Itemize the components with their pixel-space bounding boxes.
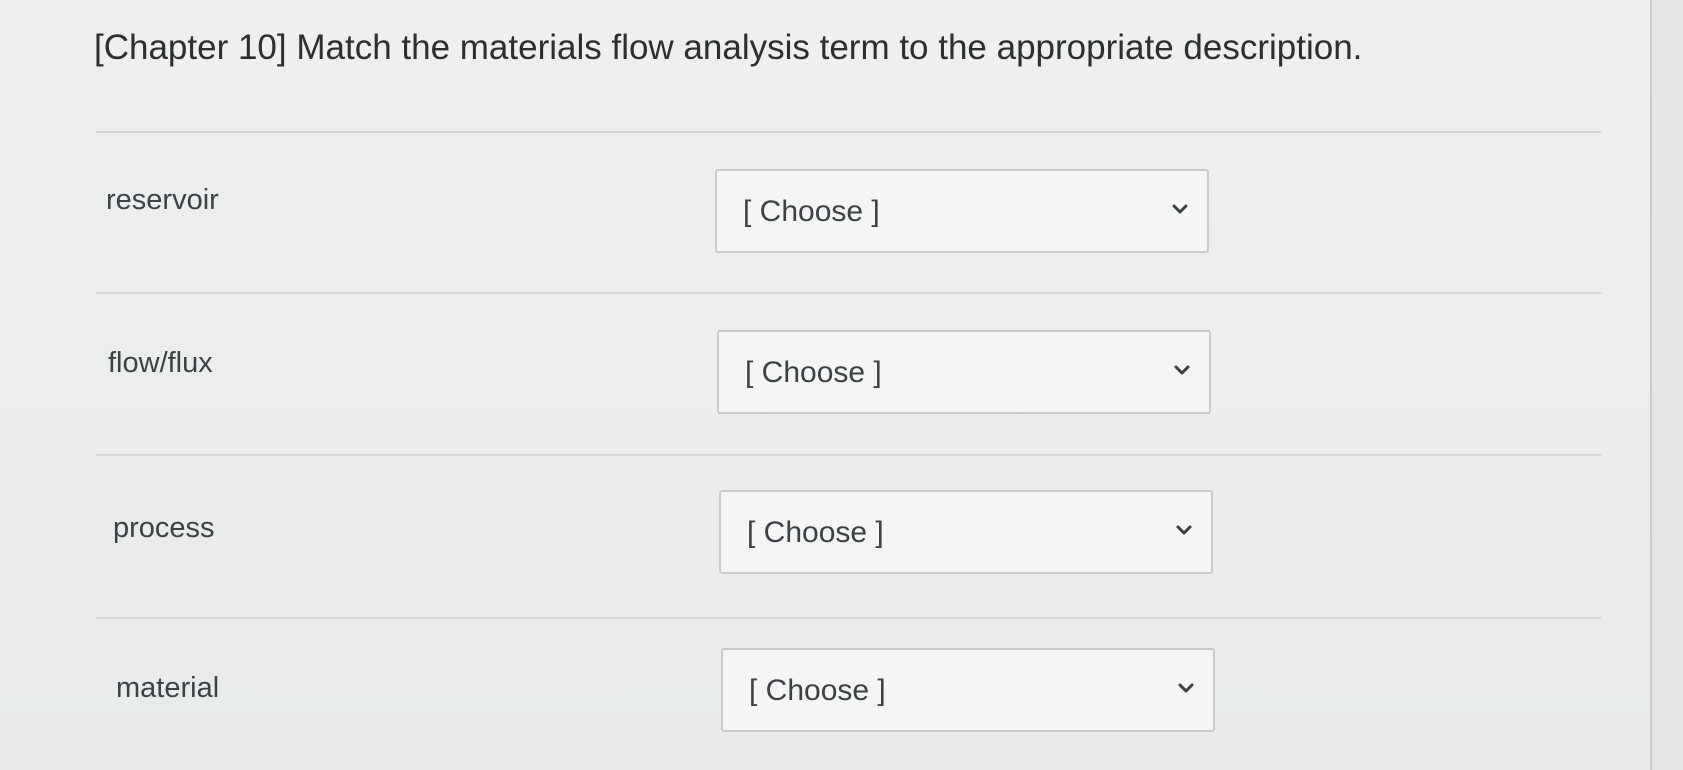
- page-margin: [1652, 0, 1683, 770]
- answer-select-material[interactable]: [ Choose ]: [721, 648, 1215, 732]
- chevron-down-icon: [1175, 524, 1193, 538]
- divider: [96, 617, 1601, 619]
- divider: [96, 131, 1601, 133]
- select-value: [ Choose ]: [745, 356, 882, 389]
- chevron-down-icon: [1171, 203, 1189, 217]
- term-process: process: [113, 512, 215, 544]
- chevron-down-icon: [1177, 682, 1195, 696]
- divider: [96, 292, 1601, 294]
- quiz-question-panel: [Chapter 10] Match the materials flow an…: [0, 0, 1652, 770]
- answer-select-reservoir[interactable]: [ Choose ]: [715, 169, 1209, 253]
- question-title: [Chapter 10] Match the materials flow an…: [94, 28, 1363, 67]
- answer-select-process[interactable]: [ Choose ]: [719, 490, 1213, 574]
- divider: [96, 454, 1601, 456]
- select-value: [ Choose ]: [743, 195, 880, 228]
- select-value: [ Choose ]: [747, 516, 884, 549]
- answer-select-flow-flux[interactable]: [ Choose ]: [717, 330, 1211, 414]
- chevron-down-icon: [1173, 364, 1191, 378]
- select-value: [ Choose ]: [749, 674, 886, 707]
- term-reservoir: reservoir: [106, 184, 219, 216]
- term-flow-flux: flow/flux: [108, 347, 213, 379]
- term-material: material: [116, 672, 220, 704]
